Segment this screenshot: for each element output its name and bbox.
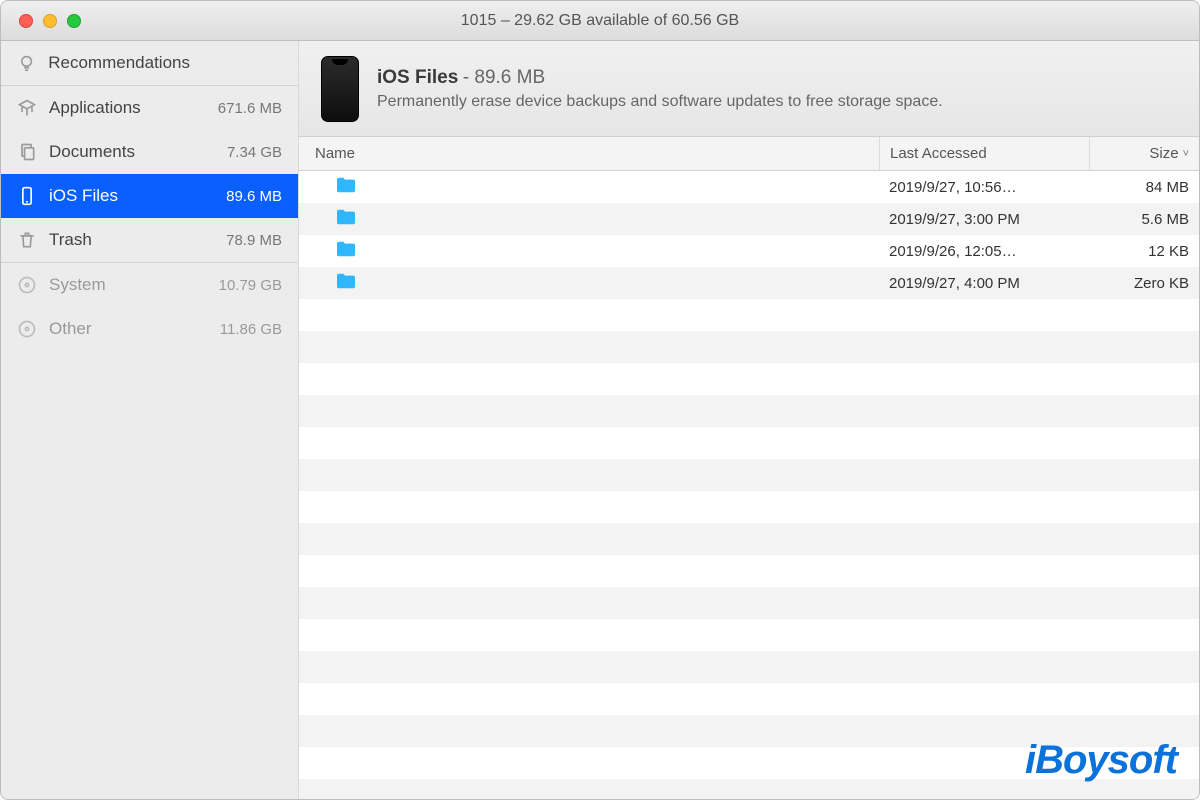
empty-row [299, 395, 1199, 427]
sidebar-item-ios-files[interactable]: iOS Files 89.6 MB [1, 174, 298, 218]
column-header-last-accessed[interactable]: Last Accessed [879, 137, 1089, 170]
empty-row [299, 459, 1199, 491]
sidebar-item-size: 78.9 MB [202, 232, 282, 249]
sidebar-item-label: Trash [49, 230, 190, 250]
category-size: - 89.6 MB [463, 67, 545, 88]
sidebar-item-label: System [49, 275, 190, 295]
phone-icon [17, 186, 37, 206]
category-header-text: iOS Files - 89.6 MB Permanently erase de… [377, 67, 943, 111]
disc-icon [17, 319, 37, 339]
empty-row [299, 363, 1199, 395]
main-pane: iOS Files - 89.6 MB Permanently erase de… [299, 41, 1199, 799]
trash-icon [17, 230, 37, 250]
sidebar-item-other[interactable]: Other 11.86 GB [1, 307, 298, 351]
sidebar-item-size: 7.34 GB [202, 144, 282, 161]
sidebar-item-size: 10.79 GB [202, 277, 282, 294]
empty-row [299, 747, 1199, 779]
empty-row [299, 523, 1199, 555]
folder-icon [335, 272, 357, 294]
sidebar-item-size: 11.86 GB [202, 321, 282, 338]
file-last-accessed: 2019/9/27, 4:00 PM [879, 275, 1089, 292]
empty-row [299, 331, 1199, 363]
file-last-accessed: 2019/9/27, 3:00 PM [879, 211, 1089, 228]
table-row[interactable]: 2019/9/27, 3:00 PM 5.6 MB [299, 203, 1199, 235]
sidebar: Recommendations Applications 671.6 MB Do… [1, 41, 299, 799]
sidebar-item-trash[interactable]: Trash 78.9 MB [1, 218, 298, 262]
table-header: Name Last Accessed Size ˅ [299, 137, 1199, 171]
sidebar-item-size: 89.6 MB [202, 188, 282, 205]
sidebar-item-label: Other [49, 319, 190, 339]
folder-icon [335, 208, 357, 230]
sidebar-item-system[interactable]: System 10.79 GB [1, 263, 298, 307]
empty-row [299, 491, 1199, 523]
sidebar-item-label: Documents [49, 142, 190, 162]
sidebar-item-applications[interactable]: Applications 671.6 MB [1, 86, 298, 130]
documents-icon [17, 142, 37, 162]
column-header-size[interactable]: Size ˅ [1089, 137, 1199, 170]
file-size: 84 MB [1089, 179, 1199, 196]
file-list[interactable]: 2019/9/27, 10:56… 84 MB 2019/9/27, 3:00 … [299, 171, 1199, 799]
category-title: iOS Files [377, 67, 458, 88]
sidebar-item-recommendations[interactable]: Recommendations [1, 41, 298, 85]
file-last-accessed: 2019/9/27, 10:56… [879, 179, 1089, 196]
empty-row [299, 779, 1199, 799]
file-size: 12 KB [1089, 243, 1199, 260]
lightbulb-icon [17, 53, 36, 73]
sidebar-item-documents[interactable]: Documents 7.34 GB [1, 130, 298, 174]
disc-icon [17, 275, 37, 295]
empty-row [299, 299, 1199, 331]
folder-icon [335, 240, 357, 262]
empty-row [299, 619, 1199, 651]
sidebar-item-label: iOS Files [49, 186, 190, 206]
device-thumbnail [321, 56, 359, 122]
file-size: 5.6 MB [1089, 211, 1199, 228]
file-last-accessed: 2019/9/26, 12:05… [879, 243, 1089, 260]
empty-row [299, 555, 1199, 587]
category-header: iOS Files - 89.6 MB Permanently erase de… [299, 41, 1199, 137]
sidebar-item-size: 671.6 MB [202, 100, 282, 117]
titlebar: 1015 – 29.62 GB available of 60.56 GB [1, 1, 1199, 41]
empty-row [299, 715, 1199, 747]
table-row[interactable]: 2019/9/27, 4:00 PM Zero KB [299, 267, 1199, 299]
storage-management-window: 1015 – 29.62 GB available of 60.56 GB Re… [0, 0, 1200, 800]
category-subtitle: Permanently erase device backups and sof… [377, 93, 943, 111]
folder-icon [335, 176, 357, 198]
sidebar-item-label: Applications [49, 98, 190, 118]
chevron-down-icon: ˅ [1183, 148, 1189, 160]
column-header-name[interactable]: Name [299, 137, 879, 170]
empty-row [299, 587, 1199, 619]
empty-row [299, 651, 1199, 683]
file-size: Zero KB [1089, 275, 1199, 292]
table-row[interactable]: 2019/9/26, 12:05… 12 KB [299, 235, 1199, 267]
window-title: 1015 – 29.62 GB available of 60.56 GB [1, 12, 1199, 30]
empty-row [299, 427, 1199, 459]
sidebar-item-label: Recommendations [48, 53, 190, 73]
apps-icon [17, 98, 37, 118]
empty-row [299, 683, 1199, 715]
table-row[interactable]: 2019/9/27, 10:56… 84 MB [299, 171, 1199, 203]
